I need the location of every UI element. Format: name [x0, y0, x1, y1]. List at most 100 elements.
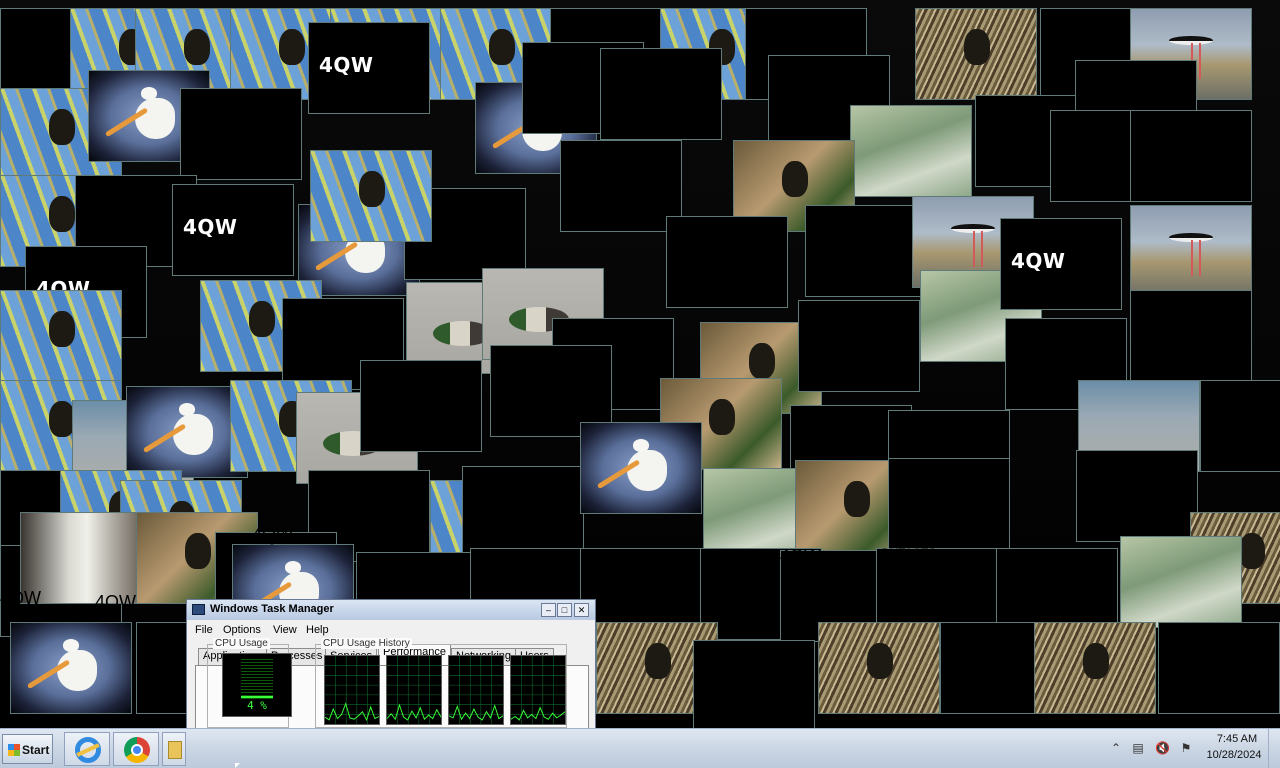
show-desktop-button[interactable] — [1268, 729, 1280, 768]
label-tile-text: 4QW — [183, 215, 238, 239]
cpu-core-graph — [386, 655, 442, 725]
maximize-button[interactable]: □ — [557, 603, 572, 617]
mouse-cursor-icon — [235, 763, 240, 768]
label-tile: 4QW — [308, 22, 430, 114]
partial-label-text: 4QW — [780, 546, 822, 566]
action-center-flag-icon[interactable]: ⚑ — [1179, 741, 1193, 755]
start-button[interactable]: Start — [2, 734, 53, 764]
system-tray: ⌃ ▤ 🔇 ⚑ 7:45 AM 10/28/2024 — [1105, 729, 1280, 768]
bird-figure — [489, 28, 516, 65]
cpu-history-chart — [511, 656, 565, 724]
bird-figure — [140, 87, 158, 100]
partial-label-text: ONTACTS — [880, 546, 937, 560]
taskbar: Start ⌃ ▤ 🔇 ⚑ 7:45 AM 10/28/2024 — [0, 728, 1280, 768]
bird-figure — [1191, 240, 1193, 277]
bench-photo-tile — [1120, 536, 1242, 628]
chrome-icon — [124, 737, 150, 763]
blank-tile — [1076, 450, 1198, 542]
bird-figure — [56, 650, 98, 692]
blank-tile — [888, 458, 1010, 550]
clock-time[interactable]: 7:45 AM — [1209, 733, 1265, 745]
minimize-button[interactable]: – — [541, 603, 556, 617]
blank-tile — [1158, 622, 1280, 714]
window-title: Windows Task Manager — [210, 603, 334, 615]
cpu-history-line — [387, 703, 441, 721]
cpu-history-line — [511, 706, 565, 721]
blank-tile — [600, 48, 722, 140]
chrome-taskbar-button[interactable] — [113, 732, 159, 766]
label-tile-text: 4QW — [319, 53, 374, 77]
bird-figure — [964, 28, 991, 65]
cpu-history-chart — [449, 656, 503, 724]
label-tile-text: 4QW — [1011, 249, 1066, 273]
menu-file[interactable]: File — [195, 624, 213, 636]
bird-figure — [1239, 532, 1266, 569]
pelican-photo-tile — [10, 622, 132, 714]
bird-figure — [249, 300, 276, 337]
bird-figure — [1083, 642, 1110, 679]
cpu-history-group: CPU Usage History — [315, 638, 567, 728]
blank-tile — [180, 88, 302, 180]
bird-figure — [867, 642, 894, 679]
bird-figure — [284, 561, 302, 574]
bird-figure — [62, 639, 80, 652]
stilt-photo-tile — [1130, 205, 1252, 297]
show-hidden-icons-icon[interactable]: ⌃ — [1109, 741, 1123, 755]
cpu-history-line — [325, 702, 379, 722]
cpu-usage-gauge: 4 % — [222, 653, 292, 717]
grass-photo-tile — [818, 622, 940, 714]
bird-figure — [185, 532, 212, 569]
blank-tile — [560, 140, 682, 232]
bird-figure — [134, 98, 176, 140]
grass-photo-tile — [915, 8, 1037, 100]
bird-figure — [844, 480, 871, 517]
bird-figure — [709, 398, 736, 435]
blank-tile — [798, 300, 920, 392]
bird-figure — [279, 28, 306, 65]
cpu-history-label: CPU Usage History — [321, 638, 412, 649]
bird-figure — [49, 108, 76, 145]
internet-explorer-taskbar-button[interactable] — [64, 732, 110, 766]
menu-bar: File Options View Help — [187, 620, 595, 640]
grass-photo-tile — [1034, 622, 1156, 714]
internet-explorer-icon — [75, 737, 101, 763]
blank-tile — [1200, 380, 1280, 472]
blank-tile — [462, 466, 584, 558]
bird-figure — [49, 310, 76, 347]
volume-muted-icon[interactable]: 🔇 — [1155, 741, 1170, 755]
partial-label-text: 4QW — [95, 592, 137, 612]
cpu-core-graph — [324, 655, 380, 725]
cpu-gauge-bars — [241, 659, 273, 699]
tree-photo-tile — [310, 150, 432, 242]
bird-figure — [973, 231, 975, 268]
bird-figure — [645, 642, 672, 679]
cpu-usage-value: 4 % — [247, 699, 267, 712]
menu-view[interactable]: View — [273, 624, 297, 636]
bird-figure — [626, 450, 668, 492]
bird-figure — [49, 195, 76, 232]
menu-help[interactable]: Help — [306, 624, 329, 636]
cpu-history-chart — [325, 656, 379, 724]
task-manager-app-icon — [192, 604, 205, 615]
bird-figure — [632, 439, 650, 452]
blank-tile — [1130, 290, 1252, 382]
bird-figure — [782, 160, 809, 197]
cpu-history-chart — [387, 656, 441, 724]
bird-figure — [178, 403, 196, 416]
start-label: Start — [22, 743, 50, 757]
network-icon[interactable]: ▤ — [1131, 741, 1145, 755]
cpu-gauge-fill — [241, 696, 273, 698]
bird-figure — [172, 414, 214, 456]
task-manager-titlebar[interactable]: Windows Task Manager – □ ✕ — [187, 600, 595, 620]
label-tile: 4QW — [172, 184, 294, 276]
menu-options[interactable]: Options — [223, 624, 261, 636]
cpu-usage-label: CPU Usage — [213, 638, 270, 649]
explorer-taskbar-button[interactable] — [162, 732, 186, 766]
blank-tile — [360, 360, 482, 452]
bench-photo-tile — [850, 105, 972, 197]
bird-figure — [184, 28, 211, 65]
clock-date[interactable]: 10/28/2024 — [1201, 749, 1267, 761]
cpu-usage-group: CPU Usage 4 % — [207, 638, 292, 728]
pelican-photo-tile — [580, 422, 702, 514]
close-button[interactable]: ✕ — [574, 603, 589, 617]
